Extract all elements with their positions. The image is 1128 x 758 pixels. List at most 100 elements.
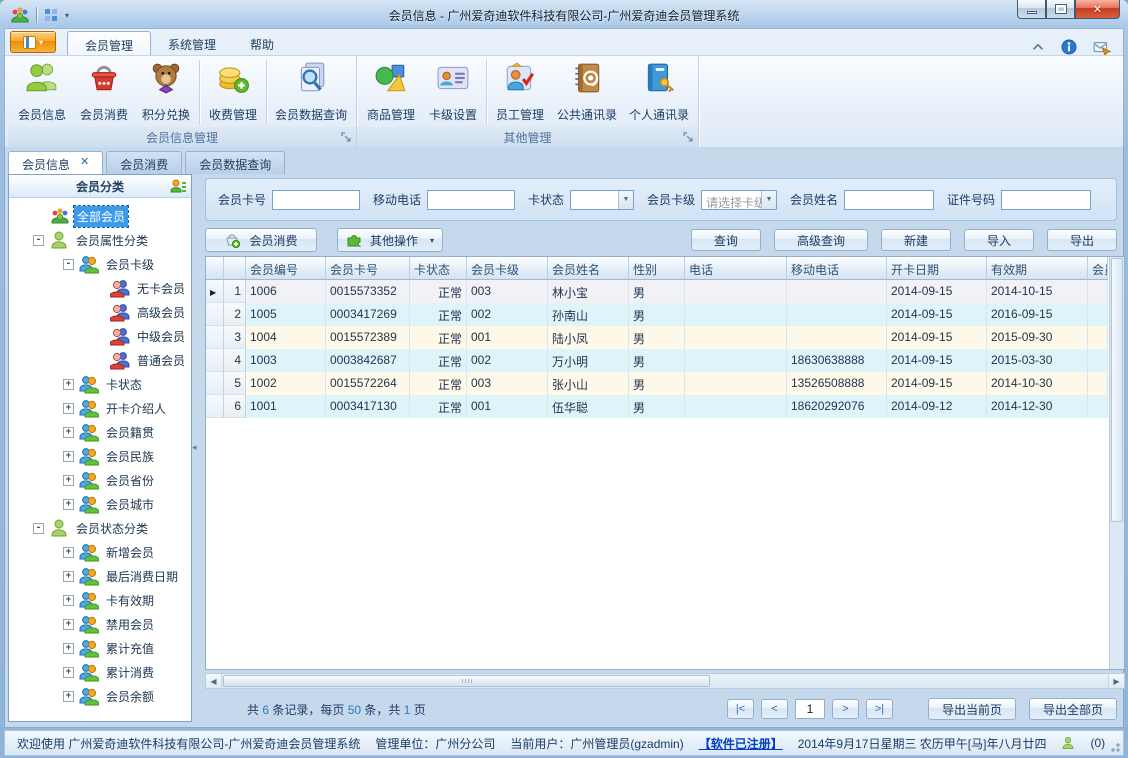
expand-icon[interactable]: + [63, 690, 74, 702]
toolbar-button-4[interactable]: 导入 [963, 229, 1034, 251]
quick-access-grid-icon[interactable] [43, 7, 59, 23]
vertical-scrollbar[interactable] [1109, 257, 1124, 669]
ribbon-button-2-1[interactable]: 商品管理 [360, 57, 422, 127]
export-current-page-button[interactable]: 导出当前页 [927, 698, 1016, 720]
expand-icon[interactable]: + [63, 450, 74, 462]
tree-item[interactable]: + 会员省份 [9, 468, 191, 492]
ribbon-tab-1[interactable]: 会员管理 [67, 31, 152, 55]
expand-icon[interactable]: + [63, 666, 74, 678]
column-header[interactable]: 会员卡号 [326, 257, 410, 280]
filter-input-6[interactable] [1001, 189, 1091, 210]
doc-tab-1[interactable]: 会员信息 ✕ [8, 151, 104, 174]
dialog-launcher-icon[interactable] [683, 132, 694, 143]
expand-icon[interactable]: + [63, 474, 74, 486]
toolbar-button-1[interactable]: 查询 [690, 229, 761, 251]
table-row[interactable]: 5 1002 0015572264 正常 003 张小山男 13526508888 2014-… [206, 372, 1124, 395]
toolbar-button-2[interactable]: 高级查询 [773, 229, 868, 251]
ribbon-button-1-2[interactable]: 会员消费 [73, 57, 135, 127]
filter-select-3[interactable]: ▼ [570, 189, 634, 210]
column-header[interactable]: 会员余额 [1088, 257, 1108, 280]
tree-item[interactable]: - 会员属性分类 [9, 228, 191, 252]
column-header[interactable]: 电话 [685, 257, 787, 280]
filter-input-2[interactable] [427, 189, 516, 210]
tree-item[interactable]: + 会员民族 [9, 444, 191, 468]
doc-tab-2[interactable]: 会员消费 [106, 151, 183, 174]
info-icon[interactable] [1061, 39, 1077, 55]
dialog-launcher-icon[interactable] [341, 132, 352, 143]
tree-item[interactable]: + 新增会员 [9, 540, 191, 564]
first-page-button[interactable]: |< [726, 699, 754, 719]
expand-icon[interactable]: + [63, 378, 74, 390]
column-header[interactable]: 开卡日期 [887, 257, 987, 280]
column-header[interactable]: 会员姓名 [548, 257, 629, 280]
category-settings-icon[interactable] [170, 178, 186, 194]
tree-item[interactable]: + 会员籍贯 [9, 420, 191, 444]
table-row[interactable]: 3 1004 0015572389 正常 001 陆小凤男 2014-09-15 2015-0… [206, 326, 1124, 349]
column-header[interactable]: 卡状态 [410, 257, 467, 280]
expand-icon[interactable]: + [63, 426, 74, 438]
row-selector-cell[interactable] [206, 372, 224, 395]
collapse-icon[interactable]: - [33, 522, 44, 534]
filter-input-1[interactable] [272, 189, 361, 210]
vertical-scrollbar-thumb[interactable] [1111, 258, 1123, 522]
toolbar-button-5[interactable]: 导出 [1046, 229, 1117, 251]
expand-icon[interactable]: + [63, 570, 74, 582]
ribbon-button-2-4[interactable]: 公共通讯录 [551, 57, 623, 127]
ribbon-button-1-4[interactable]: 收费管理 [202, 57, 264, 127]
ribbon-tab-3[interactable]: 帮助 [233, 31, 291, 55]
quick-access-dropdown-icon[interactable]: ▾ [65, 11, 69, 20]
tree-item[interactable]: + 最后消费日期 [9, 564, 191, 588]
tree-item[interactable]: + 累计充值 [9, 636, 191, 660]
expand-icon[interactable]: + [63, 402, 74, 414]
tree-item[interactable]: + 禁用会员 [9, 612, 191, 636]
application-menu-button[interactable]: ▾ [10, 31, 56, 53]
collapse-icon[interactable]: - [63, 258, 74, 270]
row-selector-cell[interactable]: ▶ [206, 280, 224, 303]
tree-item[interactable]: + 卡有效期 [9, 588, 191, 612]
export-all-pages-button[interactable]: 导出全部页 [1028, 698, 1117, 720]
filter-select-4[interactable]: 请选择卡级 ▼ [700, 189, 777, 210]
tab-close-icon[interactable]: ✕ [80, 156, 89, 174]
sidebar-collapse-icon[interactable]: ◂ [192, 442, 197, 453]
tree-item[interactable]: + 累计消费 [9, 660, 191, 684]
row-selector-cell[interactable] [206, 349, 224, 372]
member-consume-button[interactable]: 会员消费 [205, 228, 317, 252]
expand-icon[interactable]: + [63, 498, 74, 510]
tree-item[interactable]: 普通会员 [9, 348, 191, 372]
ribbon-button-1-1[interactable]: 会员信息 [11, 57, 73, 127]
ribbon-button-1-5[interactable]: 会员数据查询 [269, 57, 353, 127]
column-header[interactable]: 有效期 [987, 257, 1088, 280]
column-header[interactable]: 性别 [629, 257, 685, 280]
horizontal-scrollbar[interactable]: ◀ ▶ [205, 673, 1125, 689]
last-page-button[interactable]: >| [865, 699, 893, 719]
maximize-button[interactable] [1046, 0, 1075, 19]
table-row[interactable]: 6 1001 0003417130 正常 001 伍华聪男 18620292076 2014-… [206, 395, 1124, 418]
table-row[interactable]: 4 1003 0003842687 正常 002 万小明男 18630638888 2014-… [206, 349, 1124, 372]
tree-item[interactable]: 无卡会员 [9, 276, 191, 300]
page-number-input[interactable] [794, 699, 825, 719]
column-header[interactable]: 移动电话 [787, 257, 887, 280]
column-header[interactable]: 会员卡级 [467, 257, 548, 280]
tree-item[interactable]: + 会员城市 [9, 492, 191, 516]
scroll-right-icon[interactable]: ▶ [1108, 674, 1124, 688]
expand-icon[interactable]: + [63, 642, 74, 654]
other-operations-button[interactable]: 其他操作 ▾ [337, 228, 443, 252]
row-selector-cell[interactable] [206, 303, 224, 326]
tree-item[interactable]: 中级会员 [9, 324, 191, 348]
tree-item[interactable]: + 卡状态 [9, 372, 191, 396]
ribbon-button-2-5[interactable]: 个人通讯录 [623, 57, 695, 127]
tree-item[interactable]: 全部会员 [9, 204, 191, 228]
tree-item[interactable]: - 会员状态分类 [9, 516, 191, 540]
tree-item[interactable]: - 会员卡级 [9, 252, 191, 276]
close-button[interactable]: ✕ [1075, 0, 1120, 19]
doc-tab-3[interactable]: 会员数据查询 [185, 151, 286, 174]
ribbon-button-1-3[interactable]: 积分兑换 [135, 57, 197, 127]
table-row[interactable]: ▶ 1 1006 0015573352 正常 003 林小宝男 2014-09-15 2014-… [206, 280, 1124, 303]
collapse-icon[interactable]: - [33, 234, 44, 246]
horizontal-scrollbar-thumb[interactable] [223, 675, 711, 687]
expand-icon[interactable]: + [63, 594, 74, 606]
license-registered-link[interactable]: 【软件已注册】 [699, 735, 783, 752]
next-page-button[interactable]: > [831, 699, 859, 719]
prev-page-button[interactable]: < [760, 699, 788, 719]
tree-item[interactable]: + 会员余额 [9, 684, 191, 708]
